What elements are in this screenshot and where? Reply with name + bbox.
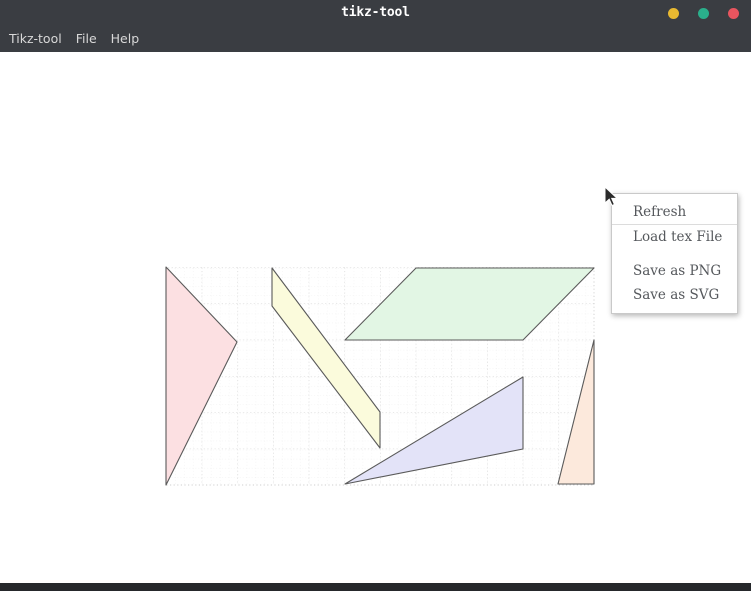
minimize-dot[interactable] bbox=[668, 7, 679, 19]
context-menu-item-load-tex-file[interactable]: Load tex File bbox=[612, 225, 737, 249]
menu-bar: Tikz-tool File Help bbox=[0, 26, 751, 52]
context-menu-item-save-as-svg[interactable]: Save as SVG bbox=[612, 283, 737, 307]
drawing-canvas[interactable]: Refresh Load tex File Save as PNG Save a… bbox=[0, 52, 751, 583]
menubar-item-file[interactable]: File bbox=[69, 26, 104, 52]
tikz-figure bbox=[150, 247, 605, 497]
maximize-dot[interactable] bbox=[698, 7, 709, 19]
context-menu-bottom-padding bbox=[612, 307, 737, 313]
title-bar: tikz-tool bbox=[0, 0, 751, 26]
context-menu-gap bbox=[612, 249, 737, 259]
context-menu-item-save-as-png[interactable]: Save as PNG bbox=[612, 259, 737, 283]
mouse-cursor-icon bbox=[604, 186, 619, 207]
window-title: tikz-tool bbox=[341, 5, 410, 20]
figure-svg bbox=[165, 266, 595, 486]
bottom-status-bar bbox=[0, 583, 751, 591]
application-window: tikz-tool Tikz-tool File Help Refresh Lo… bbox=[0, 0, 751, 591]
close-dot[interactable] bbox=[728, 7, 739, 19]
context-menu-item-refresh[interactable]: Refresh bbox=[612, 200, 737, 224]
window-controls bbox=[668, 0, 739, 26]
menubar-item-help[interactable]: Help bbox=[104, 26, 147, 52]
menubar-item-tikz-tool[interactable]: Tikz-tool bbox=[0, 26, 69, 52]
context-menu: Refresh Load tex File Save as PNG Save a… bbox=[611, 193, 738, 314]
